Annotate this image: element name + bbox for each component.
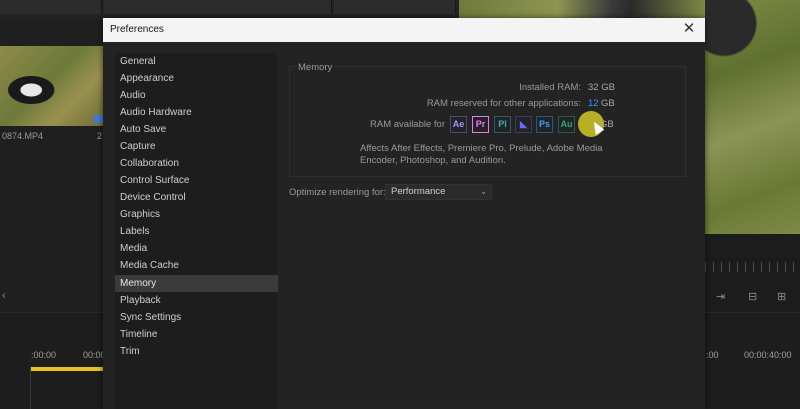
sidebar-item-trim[interactable]: Trim bbox=[115, 343, 278, 360]
sidebar-item-auto-save[interactable]: Auto Save bbox=[115, 121, 278, 138]
memory-section-title: Memory bbox=[296, 62, 335, 73]
sidebar-item-memory[interactable]: Memory bbox=[115, 275, 278, 292]
lift-icon[interactable]: ⊟ bbox=[748, 290, 757, 303]
media-encoder-icon: ◣ bbox=[515, 116, 532, 133]
dialog-titlebar[interactable]: Preferences ✕ bbox=[103, 18, 705, 42]
close-icon[interactable]: ✕ bbox=[681, 21, 697, 37]
insert-icon[interactable]: ⇥ bbox=[716, 290, 725, 303]
sidebar-item-sync-settings[interactable]: Sync Settings bbox=[115, 309, 278, 326]
sidebar-item-media[interactable]: Media bbox=[115, 240, 278, 257]
sidebar-item-capture[interactable]: Capture bbox=[115, 138, 278, 155]
panel-tab-strip bbox=[104, 0, 332, 14]
prelude-icon: Pl bbox=[494, 116, 511, 133]
preferences-dialog: Preferences ✕ General Appearance Audio A… bbox=[103, 18, 705, 409]
ram-available-label: RAM available for bbox=[370, 119, 445, 130]
monitor-ruler bbox=[705, 262, 800, 272]
sidebar-item-device-control[interactable]: Device Control bbox=[115, 189, 278, 206]
clip-name: 0874.MP4 bbox=[2, 131, 44, 141]
extract-icon[interactable]: ⊞ bbox=[777, 290, 786, 303]
work-area-bar[interactable] bbox=[31, 367, 104, 371]
timeline-timecode: 00:00:40:00 bbox=[744, 350, 792, 360]
chevron-down-icon: ⌄ bbox=[480, 187, 487, 196]
installed-ram-value: 32 GB bbox=[588, 82, 615, 93]
timeline-timecode: :00 bbox=[706, 350, 719, 360]
ram-reserved-label: RAM reserved for other applications: bbox=[426, 98, 581, 109]
dialog-title: Preferences bbox=[110, 24, 164, 35]
optimize-rendering-select[interactable]: Performance ⌄ bbox=[385, 184, 492, 200]
sidebar-item-collaboration[interactable]: Collaboration bbox=[115, 155, 278, 172]
audition-icon: Au bbox=[558, 116, 575, 133]
program-monitor-video bbox=[705, 0, 800, 234]
sidebar-item-graphics[interactable]: Graphics bbox=[115, 206, 278, 223]
sidebar-item-control-surface[interactable]: Control Surface bbox=[115, 172, 278, 189]
memory-affects-note: Affects After Effects, Premiere Pro, Pre… bbox=[360, 143, 603, 166]
panel-tab-strip bbox=[0, 0, 102, 14]
optimize-rendering-label: Optimize rendering for: bbox=[289, 187, 386, 198]
timeline-timecode: :00:00 bbox=[31, 350, 57, 360]
optimize-rendering-value: Performance bbox=[391, 186, 446, 197]
sidebar-item-audio[interactable]: Audio bbox=[115, 87, 278, 104]
sidebar-item-appearance[interactable]: Appearance bbox=[115, 70, 278, 87]
photoshop-icon: Ps bbox=[536, 116, 553, 133]
ram-reserved-input[interactable]: 12 bbox=[588, 98, 599, 109]
sidebar-item-media-cache[interactable]: Media Cache bbox=[115, 257, 278, 274]
ram-reserved-unit: GB bbox=[601, 98, 615, 109]
program-monitor-video bbox=[459, 0, 705, 18]
panel-tab-strip bbox=[334, 0, 456, 14]
sidebar-item-playback[interactable]: Playback bbox=[115, 292, 278, 309]
clip-thumbnail[interactable] bbox=[0, 46, 104, 126]
sidebar-item-audio-hardware[interactable]: Audio Hardware bbox=[115, 104, 278, 121]
premiere-pro-icon: Pr bbox=[472, 116, 489, 133]
sidebar-item-timeline[interactable]: Timeline bbox=[115, 326, 278, 343]
preferences-sidebar: General Appearance Audio Audio Hardware … bbox=[115, 53, 278, 409]
after-effects-icon: Ae bbox=[450, 116, 467, 133]
timeline-playhead[interactable] bbox=[30, 366, 31, 409]
sidebar-item-labels[interactable]: Labels bbox=[115, 223, 278, 240]
sidebar-item-general[interactable]: General bbox=[115, 53, 278, 70]
installed-ram-label: Installed RAM: bbox=[519, 82, 581, 93]
clip-duration: 2 bbox=[97, 131, 103, 141]
left-panel-control-icon[interactable]: ‹ bbox=[2, 290, 6, 302]
